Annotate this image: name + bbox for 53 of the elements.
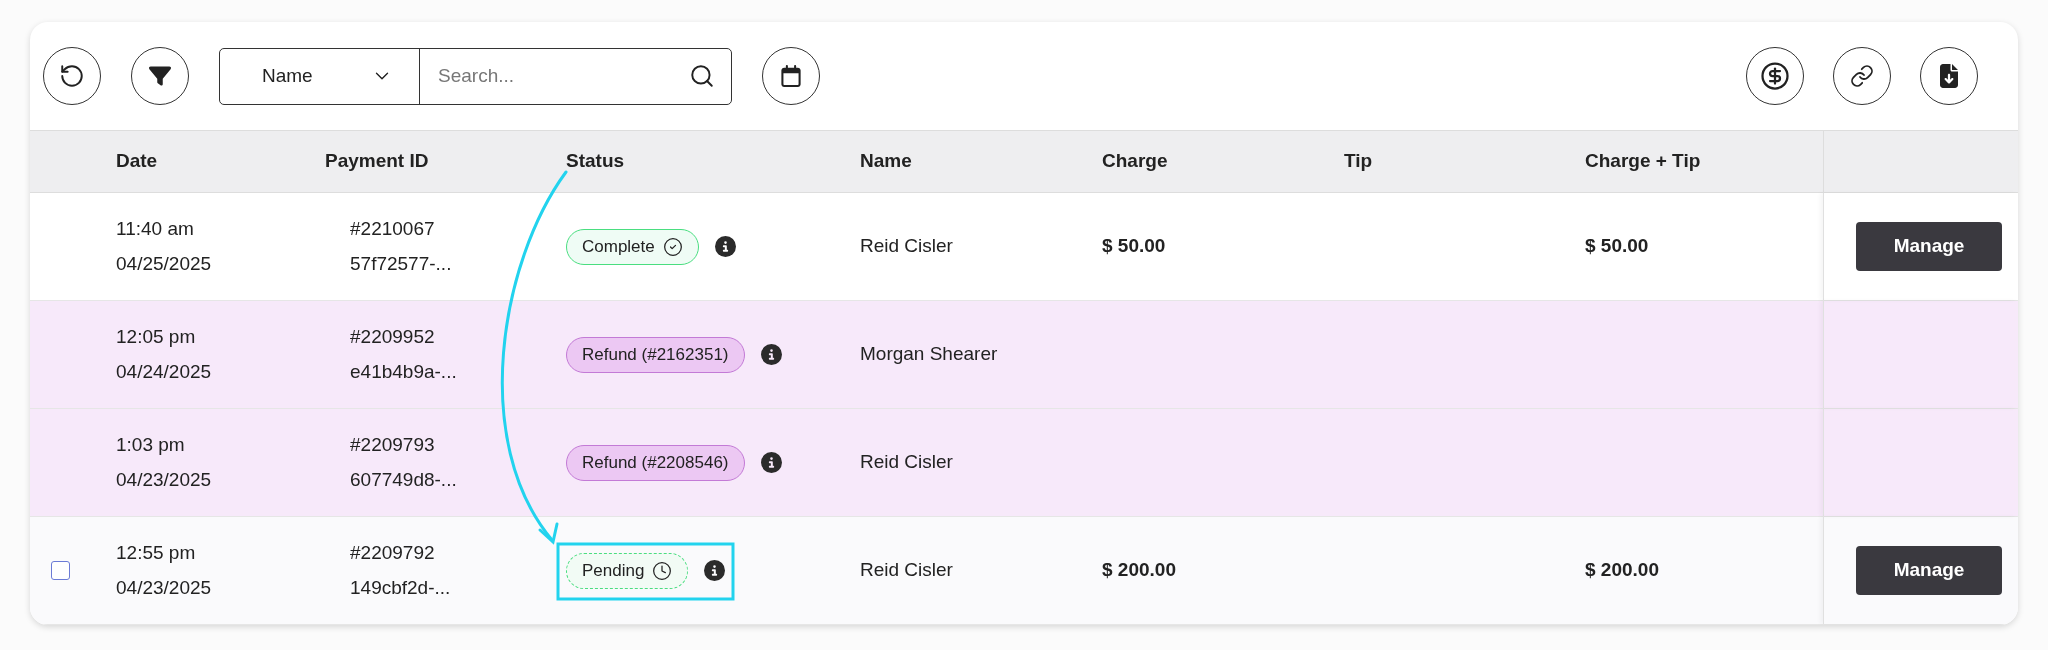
charge-text: $ 50.00 xyxy=(1102,235,1166,257)
name-text: Reid Cisler xyxy=(860,451,953,473)
time-text: 12:55 pm xyxy=(116,541,197,565)
refresh-icon xyxy=(59,63,85,89)
check-circle-icon xyxy=(662,236,683,257)
name-text: Morgan Shearer xyxy=(860,343,998,365)
status-badge: Refund (#2208546) xyxy=(566,444,745,481)
dollar-coin-icon xyxy=(1760,61,1790,91)
date-text: 04/25/2025 xyxy=(116,251,213,276)
total-text: $ 200.00 xyxy=(1585,559,1659,581)
payment-id-text: #2209952 xyxy=(350,325,436,349)
column-header: Date xyxy=(116,150,158,172)
column-header: Name xyxy=(860,150,912,172)
info-icon[interactable] xyxy=(704,560,726,581)
date-text: 04/24/2025 xyxy=(116,359,213,384)
status-badge: Complete xyxy=(566,228,699,265)
manage-button[interactable]: Manage xyxy=(1856,222,2002,271)
column-header: Charge + Tip xyxy=(1585,150,1701,172)
info-icon[interactable] xyxy=(760,452,782,473)
payment-ref-text: 607749d8-... xyxy=(350,467,458,492)
search-icon xyxy=(689,63,715,89)
row-checkbox[interactable] xyxy=(51,561,70,580)
name-text: Reid Cisler xyxy=(860,559,953,581)
link-icon xyxy=(1850,64,1874,88)
payment-ref-text: 57f72577-... xyxy=(350,251,453,276)
calendar-icon xyxy=(780,65,802,87)
search-field[interactable]: Search... xyxy=(438,61,689,91)
clock-icon xyxy=(652,560,673,581)
time-text: 1:03 pm xyxy=(116,433,186,457)
info-icon[interactable] xyxy=(714,236,736,257)
search-by-dropdown[interactable]: Name xyxy=(220,48,420,104)
file-download-icon xyxy=(1937,64,1961,88)
name-text: Reid Cisler xyxy=(860,235,953,257)
status-badge: Pending xyxy=(566,552,689,589)
charge-text: $ 200.00 xyxy=(1102,559,1176,581)
time-text: 12:05 pm xyxy=(116,325,197,349)
column-header: Status xyxy=(566,150,625,172)
column-header: Charge xyxy=(1102,150,1168,172)
payment-id-text: #2209792 xyxy=(350,541,436,565)
manage-button[interactable]: Manage xyxy=(1856,546,2002,595)
total-text: $ 50.00 xyxy=(1585,235,1649,257)
payment-ref-text: e41b4b9a-... xyxy=(350,359,458,384)
filter-icon xyxy=(149,65,171,87)
time-text: 11:40 am xyxy=(116,217,195,241)
status-badge: Refund (#2162351) xyxy=(566,336,745,373)
payment-id-text: #2210067 xyxy=(350,217,436,241)
info-icon[interactable] xyxy=(760,344,782,365)
column-header: Tip xyxy=(1344,150,1373,172)
payment-id-text: #2209793 xyxy=(350,433,436,457)
date-text: 04/23/2025 xyxy=(116,467,213,492)
column-header: Payment ID xyxy=(325,150,429,172)
payment-ref-text: 149cbf2d-... xyxy=(350,575,452,600)
date-text: 04/23/2025 xyxy=(116,575,213,600)
